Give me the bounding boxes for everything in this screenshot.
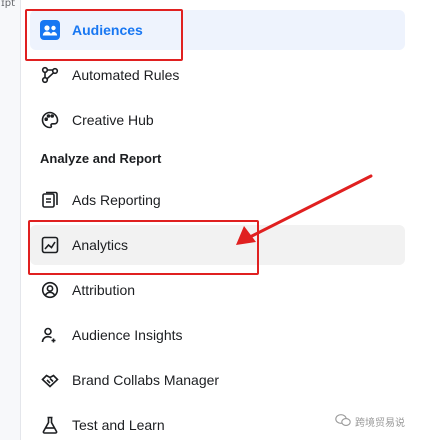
menu-item-audiences[interactable]: Audiences — [30, 10, 405, 50]
menu-item-automated-rules[interactable]: Automated Rules — [30, 55, 405, 95]
menu-item-label: Attribution — [72, 282, 136, 298]
menu-item-label: Creative Hub — [72, 112, 154, 128]
left-panel-edge: ɪpt — [0, 0, 21, 440]
audience-insights-icon — [40, 325, 60, 345]
watermark-text: 跨境贸易说 — [355, 418, 405, 429]
menu-item-analytics[interactable]: Analytics — [30, 225, 405, 265]
menu-item-creative-hub[interactable]: Creative Hub — [30, 100, 405, 140]
ads-reporting-icon — [40, 190, 60, 210]
menu-item-label: Analytics — [72, 237, 129, 253]
menu-item-label: Automated Rules — [72, 67, 180, 83]
people-icon — [40, 20, 60, 40]
handshake-icon — [40, 370, 60, 390]
menu-item-label: Audiences — [72, 22, 143, 38]
watermark: 跨境贸易说 — [335, 413, 405, 430]
menu-item-label: Test and Learn — [72, 417, 165, 433]
wechat-icon — [335, 413, 351, 430]
flask-icon — [40, 415, 60, 435]
analytics-icon — [40, 235, 60, 255]
menu-item-label: Brand Collabs Manager — [72, 372, 220, 388]
palette-icon — [40, 110, 60, 130]
menu-item-brand-collabs-manager[interactable]: Brand Collabs Manager — [30, 360, 405, 400]
menu-item-label: Ads Reporting — [72, 192, 161, 208]
attribution-icon — [40, 280, 60, 300]
section-title-analyze-report: Analyze and Report — [40, 151, 162, 166]
menu-item-label: Audience Insights — [72, 327, 183, 343]
menu-item-audience-insights[interactable]: Audience Insights — [30, 315, 405, 355]
menu-item-attribution[interactable]: Attribution — [30, 270, 405, 310]
menu-item-ads-reporting[interactable]: Ads Reporting — [30, 180, 405, 220]
cropped-label: ɪpt — [1, 0, 15, 9]
automated-rules-icon — [40, 65, 60, 85]
